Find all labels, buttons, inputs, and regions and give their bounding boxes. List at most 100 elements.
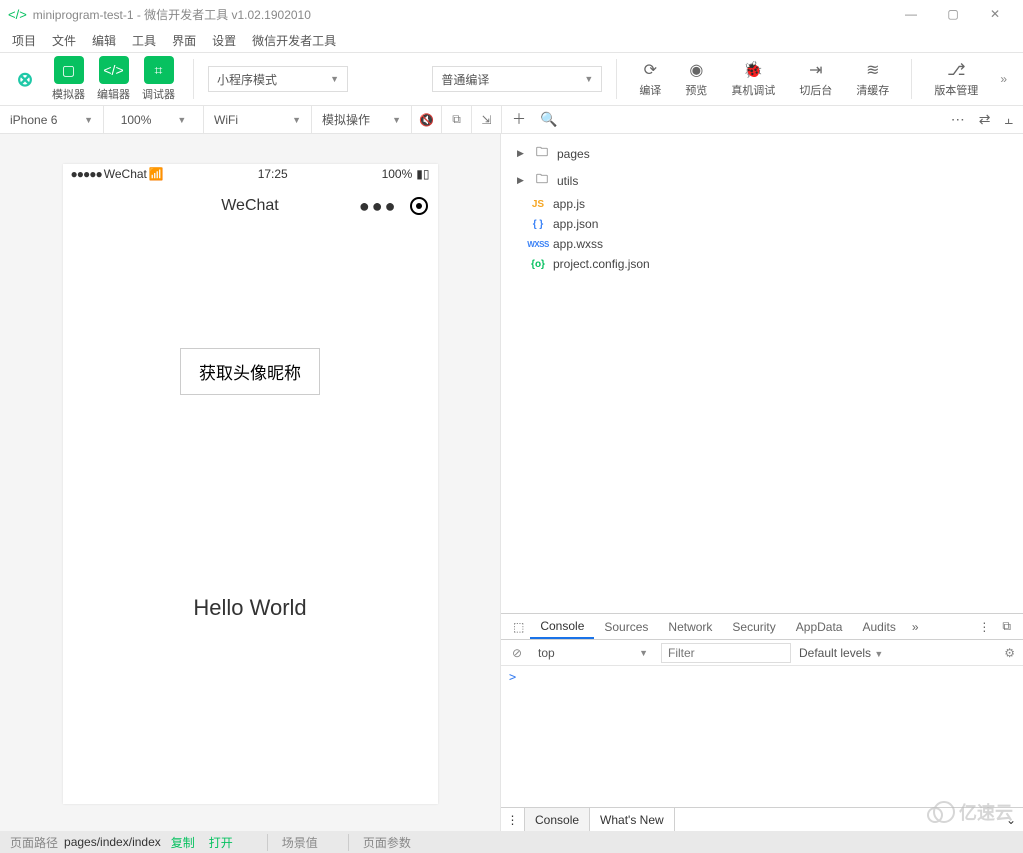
tree-label: app.js [553, 197, 585, 211]
compile-button[interactable]: ⟳ 编译 [631, 58, 669, 100]
inspect-icon[interactable]: ⬚ [507, 620, 530, 634]
mode-value: 小程序模式 [217, 71, 277, 88]
network-value: WiFi [214, 113, 238, 127]
toolbar-overflow-icon[interactable]: » [994, 72, 1013, 86]
tab-appdata[interactable]: AppData [786, 614, 853, 639]
view-toggle-group: ▢ 模拟器 </> 编辑器 ⌗ 调试器 [48, 54, 179, 104]
version-control-button[interactable]: ⎇ 版本管理 [926, 58, 986, 100]
close-button[interactable]: ✕ [983, 2, 1007, 26]
capsule-button[interactable]: ●●● [359, 196, 428, 217]
tree-layout-icon[interactable]: ⫠ [1005, 111, 1013, 128]
js-icon: JS [529, 199, 547, 210]
dropdown-icon: ▼ [639, 648, 648, 658]
devtools-dock-icon[interactable]: ⧉ [996, 619, 1017, 634]
drawer-tab-whatsnew[interactable]: What's New [590, 808, 675, 831]
preview-label: 预览 [685, 82, 707, 98]
devtools-tabs: ⬚ Console Sources Network Security AppDa… [501, 614, 1023, 640]
path-value: pages/index/index [64, 835, 161, 849]
editor-toggle[interactable]: </> 编辑器 [93, 54, 134, 104]
clear-cache-button[interactable]: ≋ 清缓存 [848, 58, 897, 100]
debugger-label: 调试器 [142, 86, 175, 102]
tab-sources[interactable]: Sources [594, 614, 658, 639]
new-file-icon[interactable]: ＋ [512, 109, 526, 129]
tree-file-project-config[interactable]: {o} project.config.json [501, 254, 1023, 274]
menu-project[interactable]: 项目 [4, 32, 44, 49]
separator [911, 59, 912, 99]
drawer-tab-console[interactable]: Console [525, 808, 590, 831]
remote-debug-button[interactable]: 🐞 真机调试 [723, 58, 783, 100]
dropdown-icon: ▼ [392, 115, 401, 125]
search-icon[interactable]: 🔍 [540, 111, 557, 128]
open-link[interactable]: 打开 [205, 834, 237, 851]
config-icon: {o} [529, 259, 547, 270]
tree-folder-utils[interactable]: ▶ 🗀 utils [501, 167, 1023, 194]
tab-security[interactable]: Security [722, 614, 785, 639]
rotate-button[interactable]: ⧉ [442, 106, 472, 133]
console-body[interactable]: > [501, 666, 1023, 807]
minimize-button[interactable]: — [899, 2, 923, 26]
tab-audits[interactable]: Audits [852, 614, 905, 639]
menu-tools[interactable]: 工具 [124, 32, 164, 49]
clear-cache-icon: ≋ [863, 60, 883, 80]
tabs-overflow-icon[interactable]: » [906, 620, 925, 634]
menu-wechat-devtools[interactable]: 微信开发者工具 [244, 32, 344, 49]
debugger-icon: ⌗ [144, 56, 174, 84]
background-button[interactable]: ⇥ 切后台 [791, 58, 840, 100]
menu-edit[interactable]: 编辑 [84, 32, 124, 49]
clear-console-icon[interactable]: ⊘ [509, 646, 525, 660]
params-label: 页面参数 [363, 834, 411, 851]
simop-value: 模拟操作 [322, 111, 370, 128]
tree-settings-icon[interactable]: ⇄ [979, 111, 991, 128]
mute-toggle[interactable]: 🔇 [412, 106, 442, 133]
tab-network[interactable]: Network [658, 614, 722, 639]
menu-bar: 项目 文件 编辑 工具 界面 设置 微信开发者工具 [0, 28, 1023, 52]
expand-icon: ▶ [517, 148, 527, 159]
dropdown-icon: ▼ [292, 115, 301, 125]
copy-link[interactable]: 复制 [167, 834, 199, 851]
menu-file[interactable]: 文件 [44, 32, 84, 49]
tree-file-app-wxss[interactable]: WXSS app.wxss [501, 234, 1023, 254]
device-value: iPhone 6 [10, 113, 57, 127]
tree-file-app-json[interactable]: { } app.json [501, 214, 1023, 234]
compile-mode-select[interactable]: 普通编译 ▼ [432, 66, 602, 92]
drawer-menu-icon[interactable]: ⋮ [501, 808, 525, 831]
compile-icon: ⟳ [640, 60, 660, 80]
devtools-menu-icon[interactable]: ⋮ [972, 620, 996, 634]
path-label: 页面路径 [10, 834, 58, 851]
mode-select[interactable]: 小程序模式 ▼ [208, 66, 348, 92]
background-icon: ⇥ [806, 60, 826, 80]
zoom-select[interactable]: 100% ▼ [104, 106, 204, 133]
tree-label: project.config.json [553, 257, 650, 271]
detach-button[interactable]: ⇲ [472, 106, 502, 133]
tree-label: app.json [553, 217, 598, 231]
tree-folder-pages[interactable]: ▶ 🗀 pages [501, 140, 1023, 167]
menu-interface[interactable]: 界面 [164, 32, 204, 49]
menu-settings[interactable]: 设置 [204, 32, 244, 49]
maximize-button[interactable]: ▢ [941, 2, 965, 26]
log-levels-select[interactable]: Default levels ▼ [799, 646, 883, 660]
carrier-label: WeChat [104, 167, 147, 181]
levels-value: Default levels [799, 646, 871, 660]
app-logo-icon: </> [8, 7, 27, 22]
hello-text: Hello World [193, 595, 306, 621]
device-bar: iPhone 6 ▼ 100% ▼ WiFi ▼ 模拟操作 ▼ 🔇 ⧉ ⇲ ＋ … [0, 106, 1023, 134]
tree-more-icon[interactable]: ⋯ [951, 111, 965, 128]
network-select[interactable]: WiFi ▼ [204, 106, 312, 133]
filter-input[interactable] [661, 643, 791, 663]
console-settings-icon[interactable]: ⚙ [1004, 646, 1015, 660]
get-profile-button[interactable]: 获取头像昵称 [180, 348, 320, 395]
window-controls: — ▢ ✕ [899, 2, 1015, 26]
editor-label: 编辑器 [97, 86, 130, 102]
tab-console[interactable]: Console [530, 614, 594, 639]
tree-file-app-js[interactable]: JS app.js [501, 194, 1023, 214]
simulator-toggle[interactable]: ▢ 模拟器 [48, 54, 89, 104]
sim-operation-select[interactable]: 模拟操作 ▼ [312, 106, 412, 133]
device-select[interactable]: iPhone 6 ▼ [0, 106, 104, 133]
debugger-toggle[interactable]: ⌗ 调试器 [138, 54, 179, 104]
context-select[interactable]: top ▼ [533, 643, 653, 663]
watermark-text: 亿速云 [959, 799, 1013, 825]
context-value: top [538, 646, 555, 660]
preview-button[interactable]: ◉ 预览 [677, 58, 715, 100]
version-label: 版本管理 [934, 82, 978, 98]
separator [193, 59, 194, 99]
